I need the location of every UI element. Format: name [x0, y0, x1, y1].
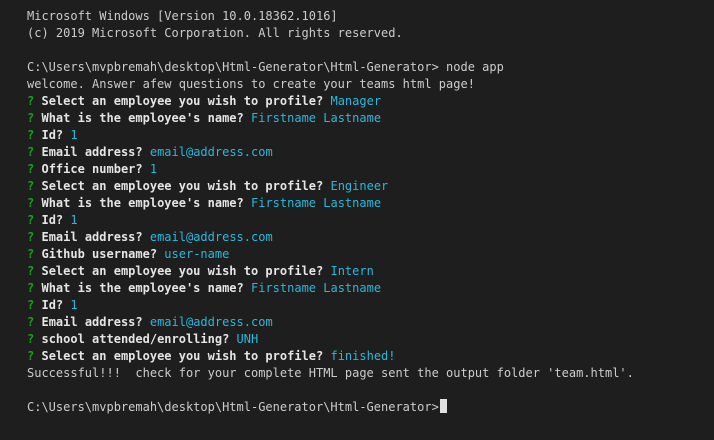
question-marker: ?: [27, 247, 35, 261]
question-marker: ?: [27, 145, 35, 159]
qa-line: ? What is the employee's name? Firstname…: [27, 110, 714, 127]
question-marker: ?: [27, 128, 35, 142]
cursor-icon: [439, 399, 447, 413]
question-label: Select an employee you wish to profile?: [41, 179, 324, 193]
answer-value: 1: [70, 213, 78, 227]
answer-value: Firstname Lastname: [251, 281, 382, 295]
answer-value: 1: [149, 162, 158, 176]
qa-line: ? Office number? 1: [27, 161, 714, 178]
question-label: Email address?: [41, 315, 143, 329]
answer-value: 1: [70, 128, 78, 142]
question-label: Select an employee you wish to profile?: [41, 349, 324, 363]
qa-line: ? Id? 1: [27, 127, 714, 144]
question-marker: ?: [27, 315, 35, 329]
question-marker: ?: [27, 213, 35, 227]
qa-line: ? Email address? email@address.com: [27, 144, 714, 161]
answer-value: finished!: [330, 349, 396, 363]
question-label: Email address?: [41, 230, 143, 244]
final-prompt-line[interactable]: C:\Users\mvpbremah\desktop\Html-Generato…: [27, 399, 714, 416]
qa-line: ? Id? 1: [27, 297, 714, 314]
question-label: Office number?: [41, 162, 143, 176]
qa-line: ? Github username? user-name: [27, 246, 714, 263]
command-input: node app: [438, 60, 504, 74]
qa-line: ? Email address? email@address.com: [27, 314, 714, 331]
answer-value: email@address.com: [149, 315, 273, 329]
question-label: Select an employee you wish to profile?: [41, 94, 324, 108]
answer-value: Engineer: [330, 179, 389, 193]
copyright-line: (c) 2019 Microsoft Corporation. All righ…: [27, 26, 403, 40]
answer-value: user-name: [164, 247, 230, 261]
question-label: Select an employee you wish to profile?: [41, 264, 324, 278]
qa-line: ? school attended/enrolling? UNH: [27, 331, 714, 348]
question-marker: ?: [27, 349, 35, 363]
question-label: What is the employee's name?: [41, 281, 244, 295]
qa-line: ? Select an employee you wish to profile…: [27, 263, 714, 280]
success-message: Successful!!! check for your complete HT…: [27, 366, 634, 380]
question-marker: ?: [27, 264, 35, 278]
prompt-path: C:\Users\mvpbremah\desktop\Html-Generato…: [27, 60, 439, 74]
question-marker: ?: [27, 94, 35, 108]
qa-list: ? Select an employee you wish to profile…: [27, 93, 714, 365]
final-prompt-path: C:\Users\mvpbremah\desktop\Html-Generato…: [27, 400, 439, 414]
question-label: school attended/enrolling?: [41, 332, 230, 346]
qa-line: ? Id? 1: [27, 212, 714, 229]
qa-line: ? Email address? email@address.com: [27, 229, 714, 246]
question-label: Id?: [41, 298, 64, 312]
answer-value: UNH: [236, 332, 259, 346]
version-line: Microsoft Windows [Version 10.0.18362.10…: [27, 9, 338, 23]
answer-value: Firstname Lastname: [251, 111, 382, 125]
qa-line: ? Select an employee you wish to profile…: [27, 348, 714, 365]
question-marker: ?: [27, 332, 35, 346]
answer-value: Firstname Lastname: [251, 196, 382, 210]
question-marker: ?: [27, 179, 35, 193]
question-label: What is the employee's name?: [41, 111, 244, 125]
question-marker: ?: [27, 230, 35, 244]
answer-value: Intern: [330, 264, 374, 278]
question-marker: ?: [27, 298, 35, 312]
question-label: Github username?: [41, 247, 158, 261]
question-marker: ?: [27, 111, 35, 125]
qa-line: ? Select an employee you wish to profile…: [27, 93, 714, 110]
question-label: Id?: [41, 213, 64, 227]
command-line: C:\Users\mvpbremah\desktop\Html-Generato…: [27, 59, 714, 76]
answer-value: 1: [70, 298, 78, 312]
question-label: Email address?: [41, 145, 143, 159]
question-marker: ?: [27, 162, 35, 176]
question-marker: ?: [27, 196, 35, 210]
answer-value: Manager: [330, 94, 382, 108]
question-label: Id?: [41, 128, 64, 142]
welcome-message: welcome. Answer afew questions to create…: [27, 77, 475, 91]
qa-line: ? Select an employee you wish to profile…: [27, 178, 714, 195]
terminal-window[interactable]: Microsoft Windows [Version 10.0.18362.10…: [0, 0, 714, 440]
question-marker: ?: [27, 281, 35, 295]
qa-line: ? What is the employee's name? Firstname…: [27, 195, 714, 212]
question-label: What is the employee's name?: [41, 196, 244, 210]
qa-line: ? What is the employee's name? Firstname…: [27, 280, 714, 297]
answer-value: email@address.com: [149, 230, 273, 244]
answer-value: email@address.com: [149, 145, 273, 159]
